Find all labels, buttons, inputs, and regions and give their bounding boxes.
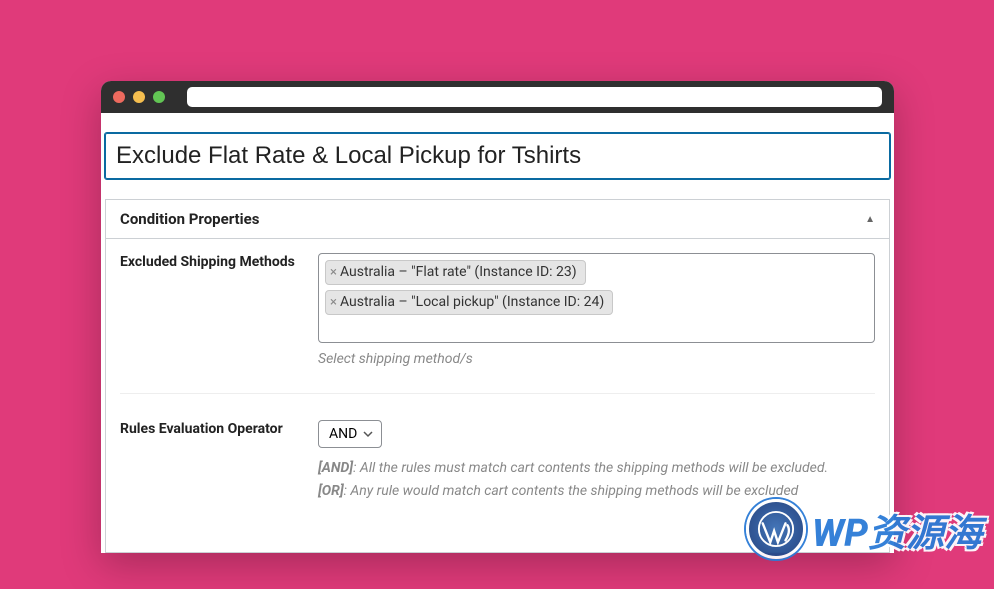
wordpress-logo-icon: [746, 499, 806, 559]
window-controls: [113, 91, 165, 103]
chevron-down-icon: [363, 429, 373, 439]
panel-header[interactable]: Condition Properties ▲: [106, 200, 889, 239]
method-tag: × Australia – "Local pickup" (Instance I…: [325, 290, 613, 315]
remove-tag-icon[interactable]: ×: [330, 294, 337, 312]
excluded-methods-help: Select shipping method/s: [318, 351, 875, 367]
method-tag-label: Australia – "Local pickup" (Instance ID:…: [340, 293, 604, 312]
method-tag-label: Australia – "Flat rate" (Instance ID: 23…: [340, 263, 577, 282]
watermark-text: WP资源海: [812, 502, 982, 557]
method-tag: × Australia – "Flat rate" (Instance ID: …: [325, 260, 586, 285]
maximize-icon[interactable]: [153, 91, 165, 103]
window-titlebar: [101, 81, 894, 113]
rules-operator-value: AND: [329, 426, 357, 442]
panel-header-label: Condition Properties: [120, 210, 259, 228]
rule-title-input[interactable]: [105, 133, 890, 179]
rules-operator-select[interactable]: AND: [318, 420, 382, 448]
remove-tag-icon[interactable]: ×: [330, 264, 337, 282]
and-description: [AND]: All the rules must match cart con…: [318, 458, 875, 479]
page-content: Condition Properties ▲ Excluded Shipping…: [101, 113, 894, 553]
excluded-methods-label: Excluded Shipping Methods: [120, 253, 300, 367]
watermark: WP资源海: [746, 499, 982, 559]
minimize-icon[interactable]: [133, 91, 145, 103]
rules-operator-label: Rules Evaluation Operator: [120, 420, 300, 502]
admin-window: Condition Properties ▲ Excluded Shipping…: [101, 81, 894, 553]
excluded-methods-row: Excluded Shipping Methods × Australia – …: [120, 253, 875, 393]
url-bar[interactable]: [187, 87, 882, 107]
collapse-icon[interactable]: ▲: [865, 214, 875, 225]
close-icon[interactable]: [113, 91, 125, 103]
excluded-methods-input[interactable]: × Australia – "Flat rate" (Instance ID: …: [318, 253, 875, 343]
